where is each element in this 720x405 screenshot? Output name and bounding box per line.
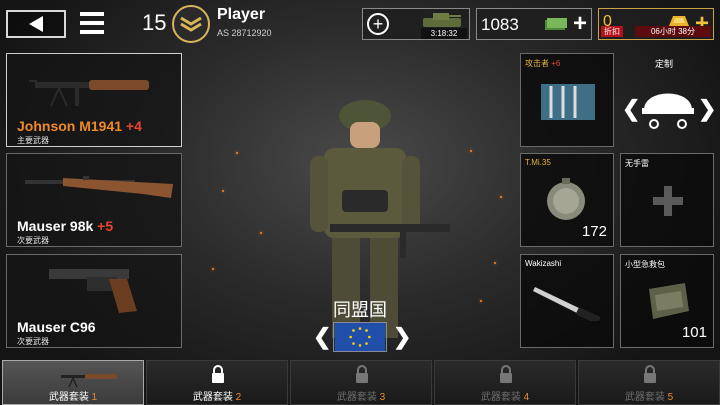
cash-icon	[545, 18, 567, 30]
supply-timer: 3:18:32	[421, 28, 467, 39]
loadout-2-number: 2	[235, 392, 242, 403]
medkit-card[interactable]: 小型急救包 101	[620, 254, 714, 348]
lock-icon	[500, 365, 512, 383]
loadout-name: 武器套装 1	[3, 388, 143, 403]
loadout-tab-1[interactable]: 武器套装 1	[2, 360, 144, 405]
grenade-label: 无手雷	[625, 159, 649, 168]
helmet-icon[interactable]	[640, 80, 696, 132]
eu-flag-icon	[333, 322, 387, 352]
rank-badge-icon[interactable]	[172, 5, 210, 43]
helmet-next-arrow-icon[interactable]: ❯	[698, 96, 716, 122]
mine-card[interactable]: T.Mi.35 172	[520, 153, 614, 247]
melee-card[interactable]: Wakizashi	[520, 254, 614, 348]
ember-spark	[222, 190, 224, 192]
secondary-weapon-card[interactable]: Mauser 98k +5 次要武器	[6, 153, 182, 247]
lock-icon	[356, 365, 368, 383]
player-id: AS 28712920	[217, 28, 272, 38]
back-arrow-icon	[29, 16, 43, 32]
faction-prev-arrow-icon[interactable]: ❮	[313, 324, 331, 350]
melee-label: Wakizashi	[525, 259, 562, 268]
discount-tag: 折扣	[601, 26, 623, 37]
medkit-label: 小型急救包	[625, 260, 665, 269]
sidearm-weapon-card[interactable]: Mauser C96 次要武器	[6, 254, 182, 348]
weapon-name: Mauser 98k +5	[17, 218, 113, 234]
loadout-1-number: 1	[91, 392, 98, 403]
supply-drop-box[interactable]: + 3:18:32	[362, 8, 470, 40]
weapon-name: Johnson M1941 +4	[17, 118, 142, 134]
pistol-icon	[49, 269, 137, 313]
lock-icon	[212, 365, 224, 383]
loadout-4-label: 武器套装	[480, 392, 521, 403]
tank-icon	[423, 13, 461, 27]
ember-spark	[236, 152, 238, 154]
loadout-5-number: 5	[667, 392, 674, 403]
primary-weapon-name: Johnson M1941	[17, 118, 123, 134]
mine-count: 172	[581, 223, 607, 240]
knife-icon	[533, 287, 601, 321]
top-bar: 15 Player AS 28712920 + 3:18:32 1083 + 0…	[0, 0, 720, 48]
primary-weapon-slot: 主要武器	[17, 136, 49, 145]
medal-name: 攻击者	[525, 59, 549, 68]
loadout-tab-4[interactable]: 武器套装 4	[434, 360, 576, 405]
discount-countdown: 06小时 38分	[635, 26, 711, 37]
mine-label: T.Mi.35	[525, 158, 551, 167]
loadout-3-number: 3	[379, 392, 386, 403]
loadout-3-label: 武器套装	[336, 392, 377, 403]
sidearm-weapon-slot: 次要武器	[17, 337, 49, 346]
loadout-1-label: 武器套装	[48, 392, 89, 403]
player-level: 15	[142, 10, 167, 35]
money-box[interactable]: 1083 +	[476, 8, 592, 40]
loadout-tab-3[interactable]: 武器套装 3	[290, 360, 432, 405]
loadout-name: 武器套装 2	[147, 388, 287, 403]
menu-icon	[80, 12, 104, 16]
back-button[interactable]	[6, 10, 66, 38]
bolt-rifle-icon	[25, 176, 173, 198]
loadout-2-label: 武器套装	[192, 392, 233, 403]
loadout-rifle-icon	[61, 374, 117, 388]
ember-spark	[470, 150, 472, 152]
faction-next-arrow-icon[interactable]: ❯	[393, 324, 411, 350]
loadout-4-number: 4	[523, 392, 530, 403]
grenade-card[interactable]: 无手雷	[620, 153, 714, 247]
ember-spark	[260, 232, 262, 234]
customize-label: 定制	[655, 59, 674, 69]
ember-spark	[212, 268, 214, 270]
loadout-name: 武器套装 3	[291, 388, 431, 403]
medkit-count: 101	[681, 324, 707, 341]
primary-weapon-card[interactable]: Johnson M1941 +4 主要武器	[6, 53, 182, 147]
loadout-name: 武器套装 5	[579, 388, 719, 403]
primary-weapon-bonus: +4	[125, 118, 142, 134]
player-name[interactable]: Player	[217, 6, 265, 24]
gold-box[interactable]: 0 + 折扣 06小时 38分	[598, 8, 714, 40]
medal-label: 攻击者 +6	[525, 58, 560, 69]
secondary-weapon-name: Mauser 98k	[17, 218, 94, 234]
helmet-prev-arrow-icon[interactable]: ❮	[622, 96, 640, 122]
medkit-icon	[649, 283, 689, 319]
weapon-name: Mauser C96	[17, 319, 96, 335]
loadout-5-label: 武器套装	[624, 392, 665, 403]
money-value: 1083	[481, 15, 519, 34]
add-money-icon[interactable]: +	[573, 11, 587, 37]
secondary-weapon-slot: 次要武器	[17, 236, 49, 245]
secondary-weapon-bonus: +5	[97, 218, 114, 234]
empty-slot-plus-icon	[653, 186, 683, 216]
medal-card[interactable]: 攻击者 +6	[520, 53, 614, 147]
ember-spark	[500, 196, 502, 198]
medal-bonus: +6	[551, 59, 561, 68]
add-supply-icon[interactable]: +	[367, 13, 389, 35]
faction-name: 同盟国	[333, 300, 387, 320]
rifle-icon	[29, 80, 149, 107]
loadout-bar: 武器套装 1 武器套装 2 武器套装 3 武器套装 4 武器套装 5	[0, 360, 720, 405]
ember-spark	[494, 262, 496, 264]
medal-ribbon-icon	[541, 84, 595, 120]
sidearm-weapon-name: Mauser C96	[17, 319, 96, 335]
loadout-tab-2[interactable]: 武器套装 2	[146, 360, 288, 405]
menu-button[interactable]	[80, 12, 104, 34]
lock-icon	[644, 365, 656, 383]
loadout-tab-5[interactable]: 武器套装 5	[578, 360, 720, 405]
loadout-name: 武器套装 4	[435, 388, 575, 403]
landmine-icon	[547, 178, 585, 220]
ember-spark	[480, 300, 482, 302]
